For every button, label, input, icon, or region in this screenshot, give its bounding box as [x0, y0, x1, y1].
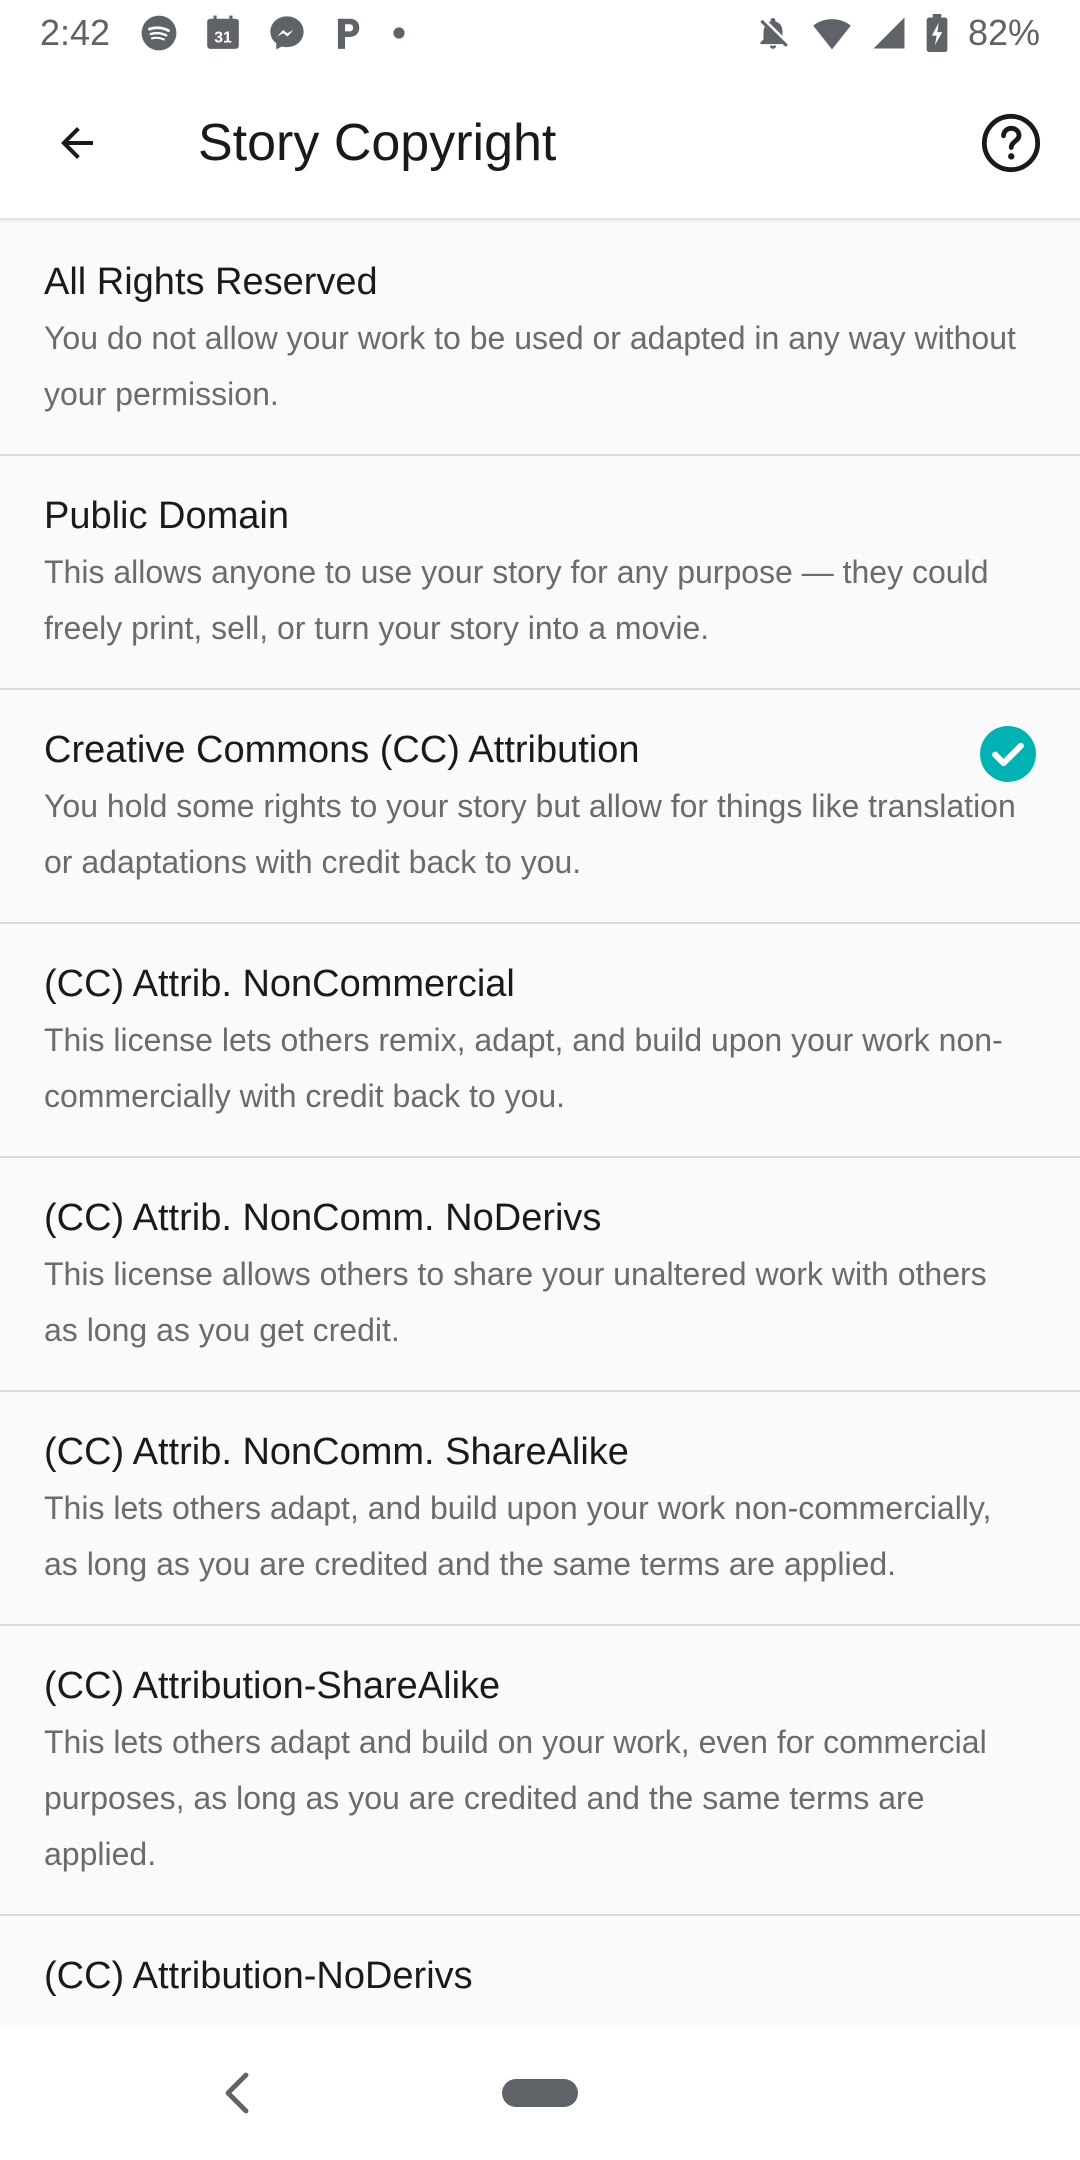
spotify-icon — [140, 14, 178, 52]
license-title: (CC) Attrib. NonCommercial — [44, 963, 515, 1005]
wifi-icon — [812, 15, 852, 51]
battery-charging-icon — [926, 14, 948, 52]
dot-icon — [392, 26, 406, 40]
license-title: Public Domain — [44, 495, 289, 537]
license-description: This license lets others remix, adapt, a… — [44, 1022, 1003, 1114]
license-option[interactable]: (CC) Attrib. NonCommercial This license l… — [0, 924, 1080, 1158]
cell-signal-icon — [872, 15, 906, 51]
license-title: Creative Commons (CC) Attribution — [44, 729, 640, 771]
messenger-icon — [268, 14, 306, 52]
license-description: You do not allow your work to be used or… — [44, 320, 1016, 412]
status-left-icons: 31 — [140, 14, 406, 52]
status-time: 2:42 — [40, 12, 111, 53]
calendar-icon: 31 — [204, 14, 242, 52]
license-title: (CC) Attribution-ShareAlike — [44, 1665, 501, 1707]
license-option[interactable]: (CC) Attrib. NonComm. ShareAlike This let… — [0, 1392, 1080, 1626]
navigation-bar — [0, 2026, 1080, 2160]
license-list: All Rights Reserved You do not allow your… — [0, 222, 1080, 2026]
license-description: This lets others adapt, and build upon y… — [44, 1490, 992, 1582]
help-circle-icon — [981, 113, 1041, 173]
license-option[interactable]: Creative Commons (CC) Attribution You hol… — [0, 690, 1080, 924]
screen: 2:42 31 82% Story Copyright All Rights R… — [0, 0, 1080, 2160]
nav-home-pill-icon[interactable] — [502, 2079, 578, 2107]
license-option[interactable]: All Rights Reserved You do not allow your… — [0, 222, 1080, 456]
back-button[interactable] — [44, 110, 110, 176]
status-bar: 2:42 31 82% — [0, 0, 1080, 66]
license-title: (CC) Attrib. NonComm. ShareAlike — [44, 1431, 629, 1473]
license-description: This license allows others to share your… — [44, 1256, 987, 1348]
license-option[interactable]: (CC) Attribution-ShareAlike This lets oth… — [0, 1626, 1080, 1916]
license-description: This lets others adapt and build on your… — [44, 1724, 987, 1872]
p-app-icon — [332, 14, 366, 52]
app-bar: Story Copyright — [0, 66, 1080, 220]
license-description: You hold some rights to your story but a… — [44, 788, 1016, 880]
battery-percent: 82% — [967, 12, 1040, 53]
arrow-back-icon — [61, 127, 93, 159]
license-title: All Rights Reserved — [44, 261, 378, 303]
license-description: This allows anyone to use your story for… — [44, 554, 989, 646]
license-title: (CC) Attribution-NoDerivs — [44, 1955, 473, 1997]
page-title: Story Copyright — [198, 114, 557, 172]
license-title: (CC) Attrib. NonComm. NoDerivs — [44, 1197, 602, 1239]
nav-back-icon[interactable] — [218, 2071, 258, 2115]
check-circle-icon — [980, 726, 1036, 782]
license-option[interactable]: Public Domain This allows anyone to use y… — [0, 456, 1080, 690]
help-button[interactable] — [976, 108, 1046, 178]
notifications-off-icon — [754, 14, 792, 52]
status-right-icons: 82% — [754, 12, 1040, 54]
license-option[interactable]: (CC) Attrib. NonComm. NoDerivs This licen… — [0, 1158, 1080, 1392]
license-option[interactable]: (CC) Attribution-NoDerivs — [0, 1916, 1080, 2026]
calendar-day: 31 — [214, 30, 232, 47]
